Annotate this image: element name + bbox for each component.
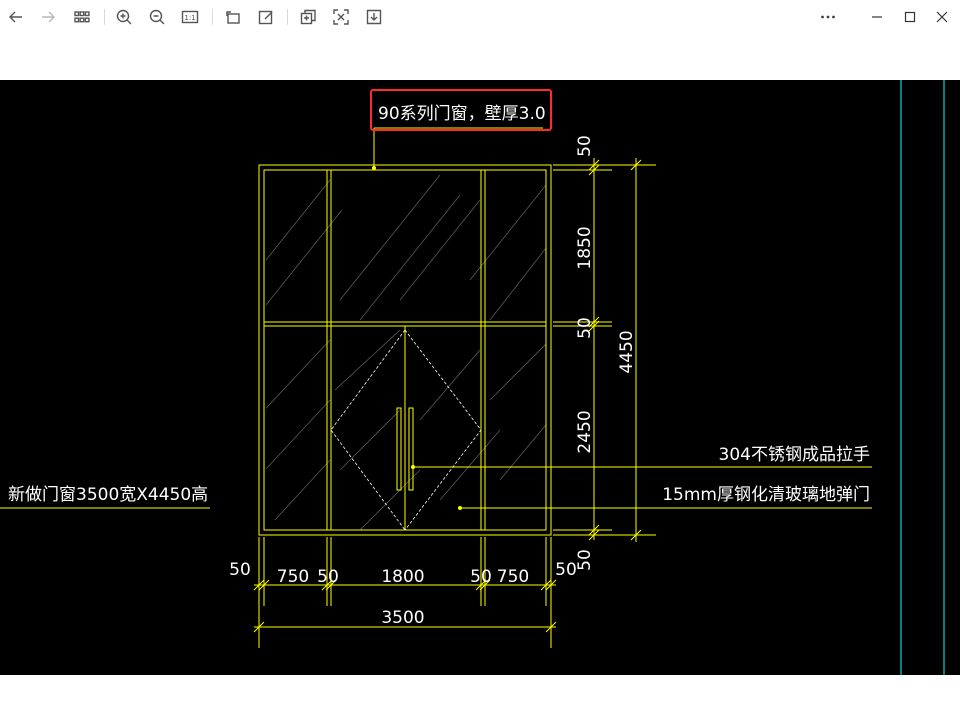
right-note-glass: 15mm厚钢化清玻璃地弹门 <box>662 485 870 505</box>
bottom-panel <box>0 675 960 720</box>
toolbar-divider <box>212 9 213 25</box>
door-elevation-drawing: 90系列门窗，壁厚3.0 新做门窗3500宽X4450高 304不锈钢成品拉手 … <box>0 80 945 675</box>
dim-top-rail: 50 <box>575 135 595 157</box>
door-frame <box>0 127 872 536</box>
svg-text:1:1: 1:1 <box>184 14 195 22</box>
horizontal-dimensions <box>253 537 557 648</box>
download-icon[interactable] <box>361 4 387 30</box>
right-note-handle: 304不锈钢成品拉手 <box>719 445 870 465</box>
dim-right-panel: 750 <box>497 567 529 587</box>
dim-right-mullion: 50 <box>470 567 492 587</box>
dim-left-panel: 750 <box>277 567 309 587</box>
more-icon[interactable] <box>815 4 841 30</box>
close-icon[interactable] <box>929 4 955 30</box>
title-annotation: 90系列门窗，壁厚3.0 <box>378 104 546 124</box>
rotate-icon[interactable] <box>220 4 246 30</box>
actual-size-icon[interactable]: 1:1 <box>177 4 203 30</box>
dim-mid-rail: 50 <box>575 317 595 339</box>
edit-icon[interactable] <box>253 4 279 30</box>
maximize-icon[interactable] <box>897 4 923 30</box>
zoom-out-icon[interactable] <box>144 4 170 30</box>
dim-transom-height: 1850 <box>575 226 595 269</box>
copy-to-image-icon[interactable] <box>295 4 321 30</box>
minimize-icon[interactable] <box>864 4 890 30</box>
dim-bottom-rail: 50 <box>575 549 595 571</box>
left-note: 新做门窗3500宽X4450高 <box>8 485 208 505</box>
scan-icon[interactable] <box>328 4 354 30</box>
glass-hatch-bottom <box>266 330 546 530</box>
vertical-dimensions <box>553 158 656 542</box>
dim-left-edge: 50 <box>229 560 251 580</box>
dim-total-width: 3500 <box>381 608 424 628</box>
forward-icon[interactable] <box>35 4 61 30</box>
dim-total-height: 4450 <box>617 330 637 373</box>
dim-door-height: 2450 <box>575 410 595 453</box>
door-swing-lines <box>330 329 482 531</box>
grid-view-icon[interactable] <box>69 4 95 30</box>
cad-drawing-canvas[interactable]: 90系列门窗，壁厚3.0 新做门窗3500宽X4450高 304不锈钢成品拉手 … <box>0 80 960 675</box>
back-icon[interactable] <box>3 4 29 30</box>
glass-hatch-top <box>266 174 546 320</box>
viewer-toolbar: 1:1 <box>0 0 960 80</box>
zoom-in-icon[interactable] <box>111 4 137 30</box>
dim-door-width: 1800 <box>381 567 424 587</box>
toolbar-divider <box>287 9 288 25</box>
dim-left-mullion: 50 <box>317 567 339 587</box>
dim-right-edge: 50 <box>555 560 577 580</box>
toolbar-divider <box>104 9 105 25</box>
